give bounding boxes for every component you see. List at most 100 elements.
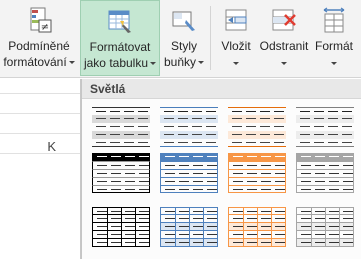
thumb-cell-line	[275, 218, 285, 219]
thumb-cell-line	[111, 218, 121, 219]
thumb-cell-line	[125, 181, 135, 182]
table-style-light-1[interactable]	[90, 105, 152, 153]
gallery-section-label: Světlá	[90, 82, 126, 96]
thumb-grid-line	[121, 231, 122, 238]
thumb-grid-line	[203, 223, 204, 230]
thumb-grid-line	[339, 231, 340, 238]
thumb-row	[296, 223, 354, 231]
table-style-light-4[interactable]	[294, 105, 356, 153]
thumb-row	[92, 169, 150, 177]
thumb-grid-line	[311, 223, 312, 230]
thumb-cell-line	[246, 118, 256, 119]
table-style-light-3[interactable]	[226, 105, 288, 153]
thumb-cell-line	[315, 211, 325, 212]
format-as-table-icon	[108, 10, 131, 33]
thumb-grid-line	[121, 239, 122, 246]
thumb-row	[296, 161, 354, 169]
thumb-grid-line	[121, 223, 122, 230]
thumb-cell-line	[207, 156, 217, 157]
thumb-row	[160, 177, 218, 185]
thumb-cell-line	[207, 189, 217, 190]
thumb-cell-line	[97, 156, 107, 157]
thumb-cell-line	[261, 165, 271, 166]
table-style-light-2[interactable]	[158, 105, 220, 153]
thumb-cell-line	[314, 142, 324, 143]
thumb-row	[92, 215, 150, 223]
thumb-grid-line	[325, 223, 326, 230]
thumb-cell-line	[301, 211, 311, 212]
format-button[interactable]: Formát	[310, 0, 358, 76]
thumb-cell-line	[164, 134, 174, 135]
cell-styles-button[interactable]: Styly buňky	[162, 0, 206, 76]
thumb-grid-line	[243, 223, 244, 230]
format-table-label-1: Formátovat	[89, 40, 151, 54]
thumb-cell-line	[342, 111, 352, 112]
thumb-cell-line	[301, 156, 311, 157]
thumb-cell-line	[96, 111, 106, 112]
thumb-cell-line	[300, 126, 310, 127]
thumb-cell-line	[111, 173, 121, 174]
format-as-table-button[interactable]: Formátovat jako tabulku	[80, 0, 160, 76]
conditional-label-2: formátování	[3, 55, 67, 69]
table-style-light-17[interactable]	[226, 205, 288, 253]
thumb-cell-line	[138, 118, 148, 119]
thumb-cell-line	[178, 111, 188, 112]
thumb-row	[160, 207, 218, 215]
thumb-row	[92, 107, 150, 115]
thumb-cell-line	[246, 134, 256, 135]
thumb-row	[92, 153, 150, 161]
thumb-row	[92, 223, 150, 231]
thumb-cell-line	[110, 142, 120, 143]
thumb-cell-line	[138, 126, 148, 127]
thumb-grid-line	[107, 231, 108, 238]
thumb-cell-line	[301, 218, 311, 219]
ribbon: ≠ Podmíněné formátování Formátovat jako …	[0, 0, 361, 78]
thumb-cell-line	[343, 218, 353, 219]
thumb-cell-line	[125, 173, 135, 174]
table-style-light-18[interactable]	[294, 205, 356, 253]
thumb-cell-line	[111, 242, 121, 243]
worksheet-area[interactable]: K	[0, 79, 80, 259]
thumb-grid-line	[243, 215, 244, 222]
thumb-cell-line	[315, 242, 325, 243]
table-style-light-11[interactable]	[294, 151, 356, 199]
table-style-light-9[interactable]	[158, 151, 220, 199]
thumb-cell-line	[139, 211, 149, 212]
thumb-cell-line	[207, 165, 217, 166]
insert-button[interactable]: Vložit	[214, 0, 258, 76]
thumb-cell-line	[329, 234, 339, 235]
thumb-cell-line	[247, 226, 257, 227]
table-style-light-8[interactable]	[90, 151, 152, 199]
thumb-cell-line	[301, 173, 311, 174]
thumb-row	[92, 239, 150, 247]
table-style-light-10[interactable]	[226, 151, 288, 199]
thumb-grid-line	[325, 239, 326, 246]
thumb-row	[160, 123, 218, 131]
table-style-light-15[interactable]	[90, 205, 152, 253]
thumb-cell-line	[314, 126, 324, 127]
thumb-cell-line	[164, 118, 174, 119]
format-table-label-2: jako tabulku	[83, 56, 149, 70]
thumb-cell-line	[165, 226, 175, 227]
thumb-cell-line	[233, 181, 243, 182]
thumb-row	[296, 169, 354, 177]
thumb-cell-line	[207, 181, 217, 182]
thumb-cell-line	[165, 211, 175, 212]
thumb-grid-line	[203, 208, 204, 214]
thumb-row	[228, 207, 286, 215]
thumb-cell-line	[179, 173, 189, 174]
thumb-grid-line	[189, 208, 190, 214]
thumb-row	[228, 185, 286, 193]
conditional-formatting-button[interactable]: ≠ Podmíněné formátování	[0, 0, 78, 76]
thumb-row	[92, 161, 150, 169]
thumb-row	[92, 123, 150, 131]
thumb-cell-line	[207, 226, 217, 227]
table-style-light-16[interactable]	[158, 205, 220, 253]
delete-button[interactable]: Odstranit	[258, 0, 310, 76]
thumb-cell-line	[300, 111, 310, 112]
thumb-row	[228, 231, 286, 239]
thumb-cell-line	[125, 165, 135, 166]
thumb-cell-line	[342, 118, 352, 119]
thumb-row	[296, 185, 354, 193]
thumb-cell-line	[139, 234, 149, 235]
